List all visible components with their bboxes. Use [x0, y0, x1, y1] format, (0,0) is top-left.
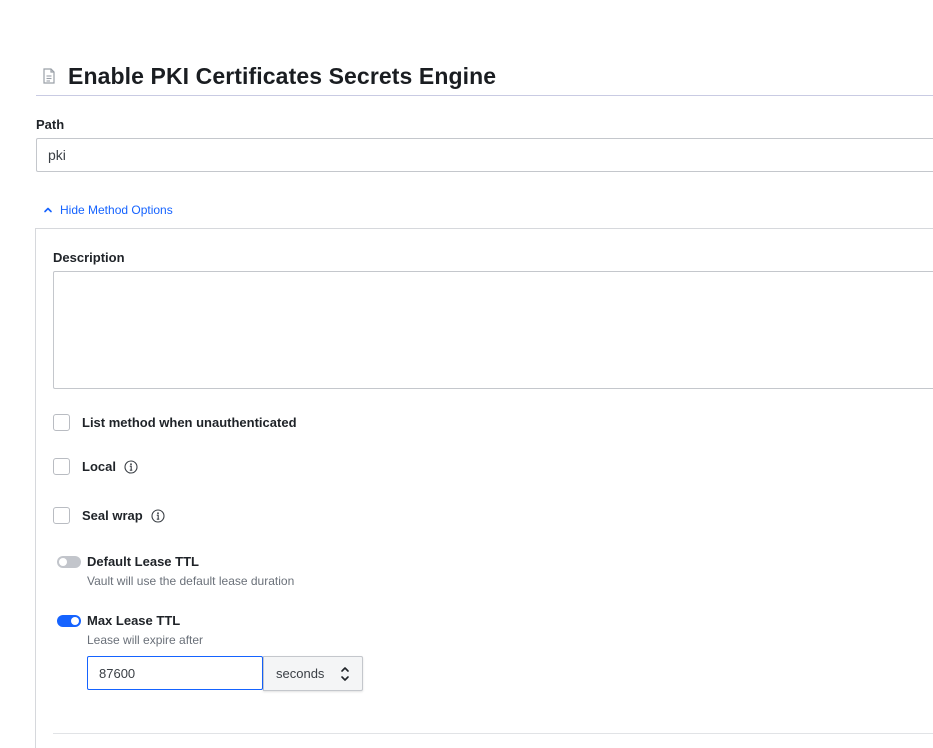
title-divider [36, 95, 933, 96]
seal-wrap-label: Seal wrap [82, 508, 143, 523]
list-unauthenticated-label: List method when unauthenticated [82, 415, 297, 430]
description-textarea[interactable] [53, 271, 933, 389]
local-checkbox[interactable] [53, 458, 70, 475]
seal-wrap-row[interactable]: Seal wrap [53, 507, 165, 524]
seal-wrap-checkbox[interactable] [53, 507, 70, 524]
max-lease-ttl-label: Max Lease TTL [87, 613, 181, 628]
max-lease-ttl-input[interactable] [87, 656, 263, 690]
info-icon[interactable] [124, 459, 138, 474]
max-lease-ttl-help: Lease will expire after [87, 633, 204, 647]
hide-method-options-label: Hide Method Options [60, 203, 173, 217]
unit-select-value: seconds [276, 666, 325, 681]
list-unauthenticated-checkbox[interactable] [53, 414, 70, 431]
info-icon[interactable] [151, 508, 165, 523]
section-divider [53, 733, 933, 734]
default-lease-ttl-help: Vault will use the default lease duratio… [87, 574, 295, 588]
default-lease-ttl-toggle[interactable] [57, 555, 81, 568]
max-lease-ttl-unit-select[interactable]: seconds [263, 656, 363, 691]
description-label: Description [53, 250, 125, 265]
page-title: Enable PKI Certificates Secrets Engine [68, 62, 497, 89]
local-label: Local [82, 459, 116, 474]
updown-chevron-icon [340, 665, 350, 683]
path-input[interactable] [36, 138, 933, 172]
default-lease-ttl-label: Default Lease TTL [87, 554, 199, 569]
max-lease-ttl-row: Max Lease TTL [57, 613, 180, 628]
path-label: Path [36, 117, 65, 132]
document-icon [40, 67, 58, 85]
max-lease-ttl-toggle[interactable] [57, 614, 81, 627]
list-unauthenticated-row[interactable]: List method when unauthenticated [53, 414, 297, 431]
chevron-up-icon [42, 204, 54, 216]
default-lease-ttl-row: Default Lease TTL [57, 554, 199, 569]
local-row[interactable]: Local [53, 458, 138, 475]
page-header: Enable PKI Certificates Secrets Engine [40, 60, 496, 92]
hide-method-options-toggle[interactable]: Hide Method Options [42, 203, 173, 217]
